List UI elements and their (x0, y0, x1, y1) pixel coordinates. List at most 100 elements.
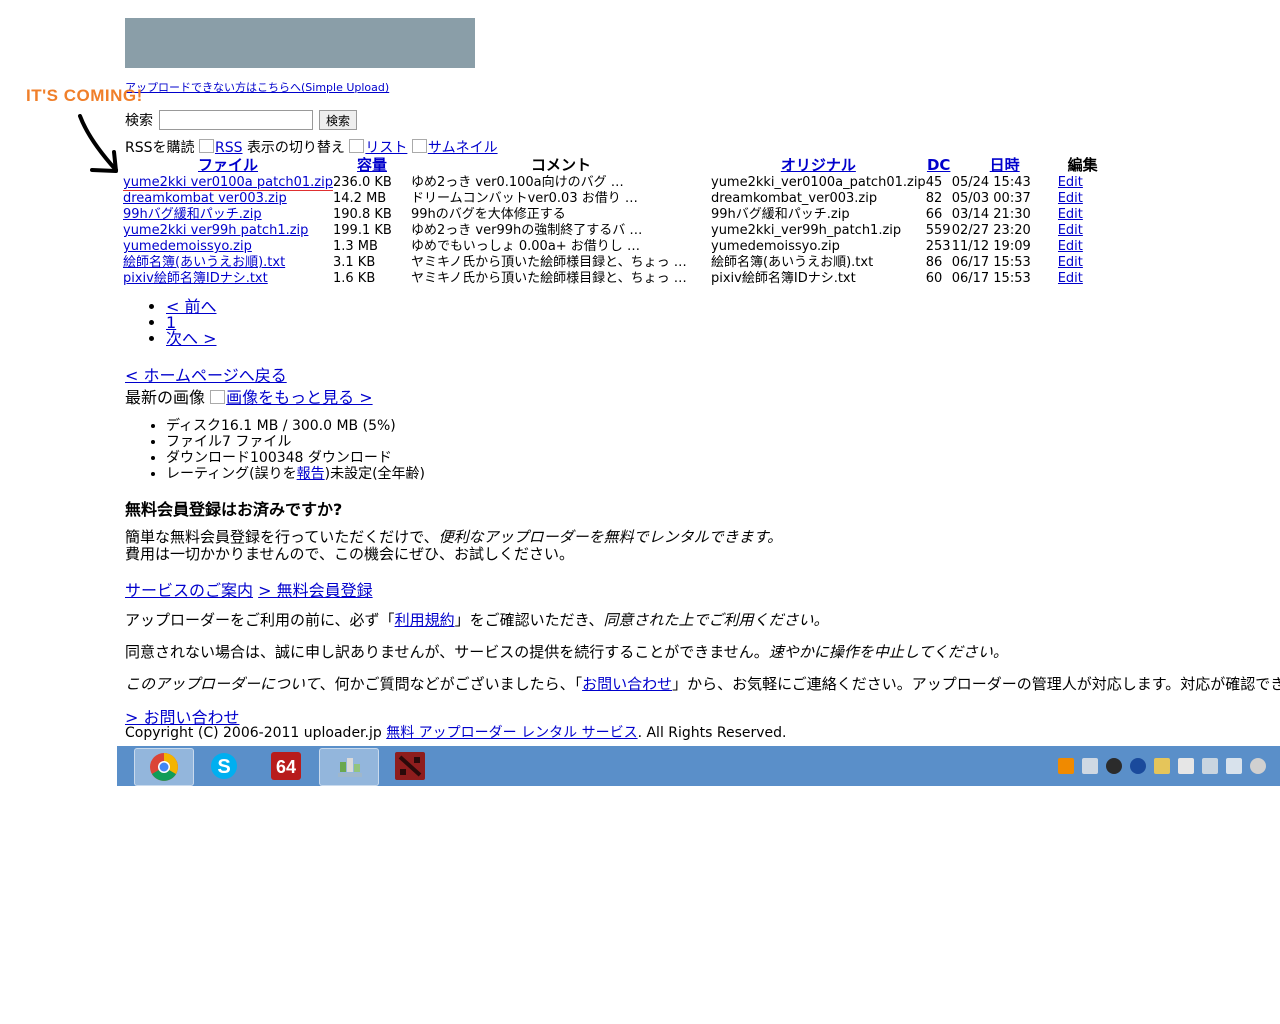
rental-service-link[interactable]: 無料 アップローダー レンタル サービス (386, 725, 637, 741)
taskbar-chrome[interactable] (134, 748, 194, 786)
annotation-arrow-icon (78, 114, 118, 173)
file-link[interactable]: yume2kki ver99h patch1.zip (123, 223, 308, 238)
file-count: ファイル7 ファイル (166, 434, 425, 450)
next-page-link[interactable]: 次へ > (166, 329, 217, 348)
edit-link[interactable]: Edit (1058, 207, 1083, 222)
service-links: サービスのご案内 > 無料会員登録 (125, 577, 373, 601)
download-count: 82 (925, 191, 943, 206)
sort-dc-header[interactable]: DC (927, 156, 950, 174)
table-row: yume2kki ver99h patch1.zip 199.1 KB ゆめ2っき … (123, 223, 1108, 239)
sort-file-header[interactable]: ファイル (198, 156, 258, 174)
latest-images: 最新の画像 画像をもっと見る > (125, 384, 373, 408)
site-banner (125, 18, 475, 68)
download-count: 253 (925, 239, 951, 254)
report-link[interactable]: 報告 (297, 466, 325, 482)
volume-icon[interactable] (1226, 758, 1242, 774)
thumb-broken-image-icon (411, 139, 427, 153)
file-table: ファイル 容量 コメント オリジナル DC 日時 編集 yume2kki ver… (123, 154, 1108, 287)
file-size: 1.6 KB (333, 271, 376, 286)
latest-broken-image-icon (210, 390, 226, 404)
tray-tool-icon[interactable] (1082, 758, 1098, 774)
sort-size-header[interactable]: 容量 (357, 156, 387, 174)
download-count: 86 (925, 255, 943, 270)
search-button[interactable]: 検索 (319, 110, 358, 130)
disk-usage: ディスク16.1 MB / 300.0 MB (5%) (166, 418, 425, 434)
sort-original-header[interactable]: オリジナル (781, 156, 856, 174)
download-count: ダウンロード100348 ダウンロード (166, 450, 425, 466)
upload-date: 05/24 15:43 (951, 175, 1031, 190)
file-link[interactable]: 99hバグ緩和パッチ.zip (123, 207, 262, 222)
file-link[interactable]: yume2kki ver0100a patch01.zip (123, 175, 333, 191)
table-row: yume2kki ver0100a patch01.zip 236.0 KB ゆめ2… (123, 175, 1108, 191)
network-icon[interactable] (1202, 758, 1218, 774)
taskbar: S 64 (117, 746, 1280, 786)
search-input[interactable] (159, 110, 313, 130)
sort-date-header[interactable]: 日時 (990, 156, 1020, 174)
taskbar-dota[interactable] (381, 748, 439, 784)
file-link[interactable]: dreamkombat ver003.zip (123, 191, 287, 206)
file-comment: ゆめでもいっしょ 0.00a+ お借りし … (411, 239, 640, 254)
file-comment: ゆめ2っき ver0.100a向けのバグ … (411, 175, 624, 190)
original-name: dreamkombat_ver003.zip (711, 191, 878, 206)
file-comment: ヤミキノ氏から頂いた絵師様目録と、ちょっ … (411, 255, 687, 270)
edit-link[interactable]: Edit (1058, 255, 1083, 270)
simple-upload-link[interactable]: アップロードできない方はこちらへ(Simple Upload) (125, 79, 389, 95)
upload-date: 05/03 00:37 (951, 191, 1031, 206)
file-link[interactable]: yumedemoissyo.zip (123, 239, 252, 254)
taskbar-skype[interactable]: S (195, 748, 253, 784)
svg-text:S: S (217, 756, 230, 778)
upload-date: 02/27 23:20 (951, 223, 1031, 238)
edit-link[interactable]: Edit (1058, 239, 1083, 254)
search-form: 検索 検索 (125, 110, 358, 130)
tray-app-icon[interactable] (1058, 758, 1074, 774)
file-size: 1.3 MB (333, 239, 378, 254)
member-paragraph: 簡単な無料会員登録を行っていただくだけで、便利なアップローダーを無料でレンタルで… (125, 528, 783, 563)
original-name: 絵師名簿(あいうえお順).txt (711, 255, 874, 270)
64-icon: 64 (271, 752, 301, 780)
close-tray-icon[interactable] (1250, 758, 1266, 774)
about-paragraph: このアップローダーについて、何かご質問などがございましたら、「お問い合わせ」から… (125, 675, 1280, 693)
service-info-link[interactable]: サービスのご案内 (125, 581, 253, 600)
rating: レーティング(誤りを報告)未設定(全年齢) (166, 466, 425, 482)
edit-link[interactable]: Edit (1058, 223, 1083, 238)
original-name: pixiv絵師名簿IDナシ.txt (711, 271, 856, 286)
file-comment: 99hのバグを大体修正する (411, 207, 566, 222)
annotation-text: IT'S COMING! (26, 86, 143, 105)
taskbar-network-app[interactable] (319, 748, 379, 786)
file-size: 3.1 KB (333, 255, 376, 270)
table-header-row: ファイル 容量 コメント オリジナル DC 日時 編集 (123, 154, 1108, 175)
steam-icon[interactable] (1106, 758, 1122, 774)
table-row: 絵師名簿(あいうえお順).txt 3.1 KB ヤミキノ氏から頂いた絵師様目録と、ち… (123, 255, 1108, 271)
free-register-link[interactable]: > 無料会員登録 (258, 581, 373, 600)
file-link[interactable]: 絵師名簿(あいうえお順).txt (123, 255, 285, 270)
chrome-icon (150, 753, 178, 781)
download-count: 45 (925, 175, 943, 190)
original-name: yume2kki_ver99h_patch1.zip (711, 223, 902, 238)
edit-link[interactable]: Edit (1058, 271, 1083, 286)
inquiry-link[interactable]: お問い合わせ (582, 675, 672, 693)
file-link[interactable]: pixiv絵師名簿IDナシ.txt (123, 271, 268, 286)
table-row: dreamkombat ver003.zip 14.2 MB ドリームコンバットve… (123, 191, 1108, 207)
terms-link[interactable]: 利用規約 (395, 611, 455, 629)
upload-date: 06/17 15:53 (951, 255, 1031, 270)
system-tray (1058, 758, 1266, 774)
file-comment: ゆめ2っき ver99hの強制終了するバ … (411, 223, 643, 238)
homepage-link[interactable]: < ホームページへ戻る (125, 362, 287, 386)
taskbar-64[interactable]: 64 (257, 748, 315, 784)
search-label: 検索 (125, 113, 153, 129)
table-row: 99hバグ緩和パッチ.zip 190.8 KB 99hのバグを大体修正する 99hバグ… (123, 207, 1108, 223)
edit-link[interactable]: Edit (1058, 175, 1083, 190)
original-name: yume2kki_ver0100a_patch01.zip (711, 175, 926, 190)
file-comment: ドリームコンバットver0.03 お借り … (411, 191, 638, 206)
edit-link[interactable]: Edit (1058, 191, 1083, 206)
more-images-link[interactable]: 画像をもっと見る > (226, 388, 373, 407)
action-center-icon[interactable] (1178, 758, 1194, 774)
file-size: 14.2 MB (333, 191, 387, 206)
original-name: yumedemoissyo.zip (711, 239, 840, 254)
download-count: 60 (925, 271, 943, 286)
terms-paragraph: アップローダーをご利用の前に、必ず「利用規約」をご確認いただき、同意された上でご… (125, 611, 829, 629)
upload-date: 11/12 19:09 (951, 239, 1031, 254)
tray-folder-icon[interactable] (1154, 758, 1170, 774)
bluetooth-icon[interactable] (1130, 758, 1146, 774)
copyright: Copyright (C) 2006-2011 uploader.jp 無料 ア… (125, 725, 787, 741)
